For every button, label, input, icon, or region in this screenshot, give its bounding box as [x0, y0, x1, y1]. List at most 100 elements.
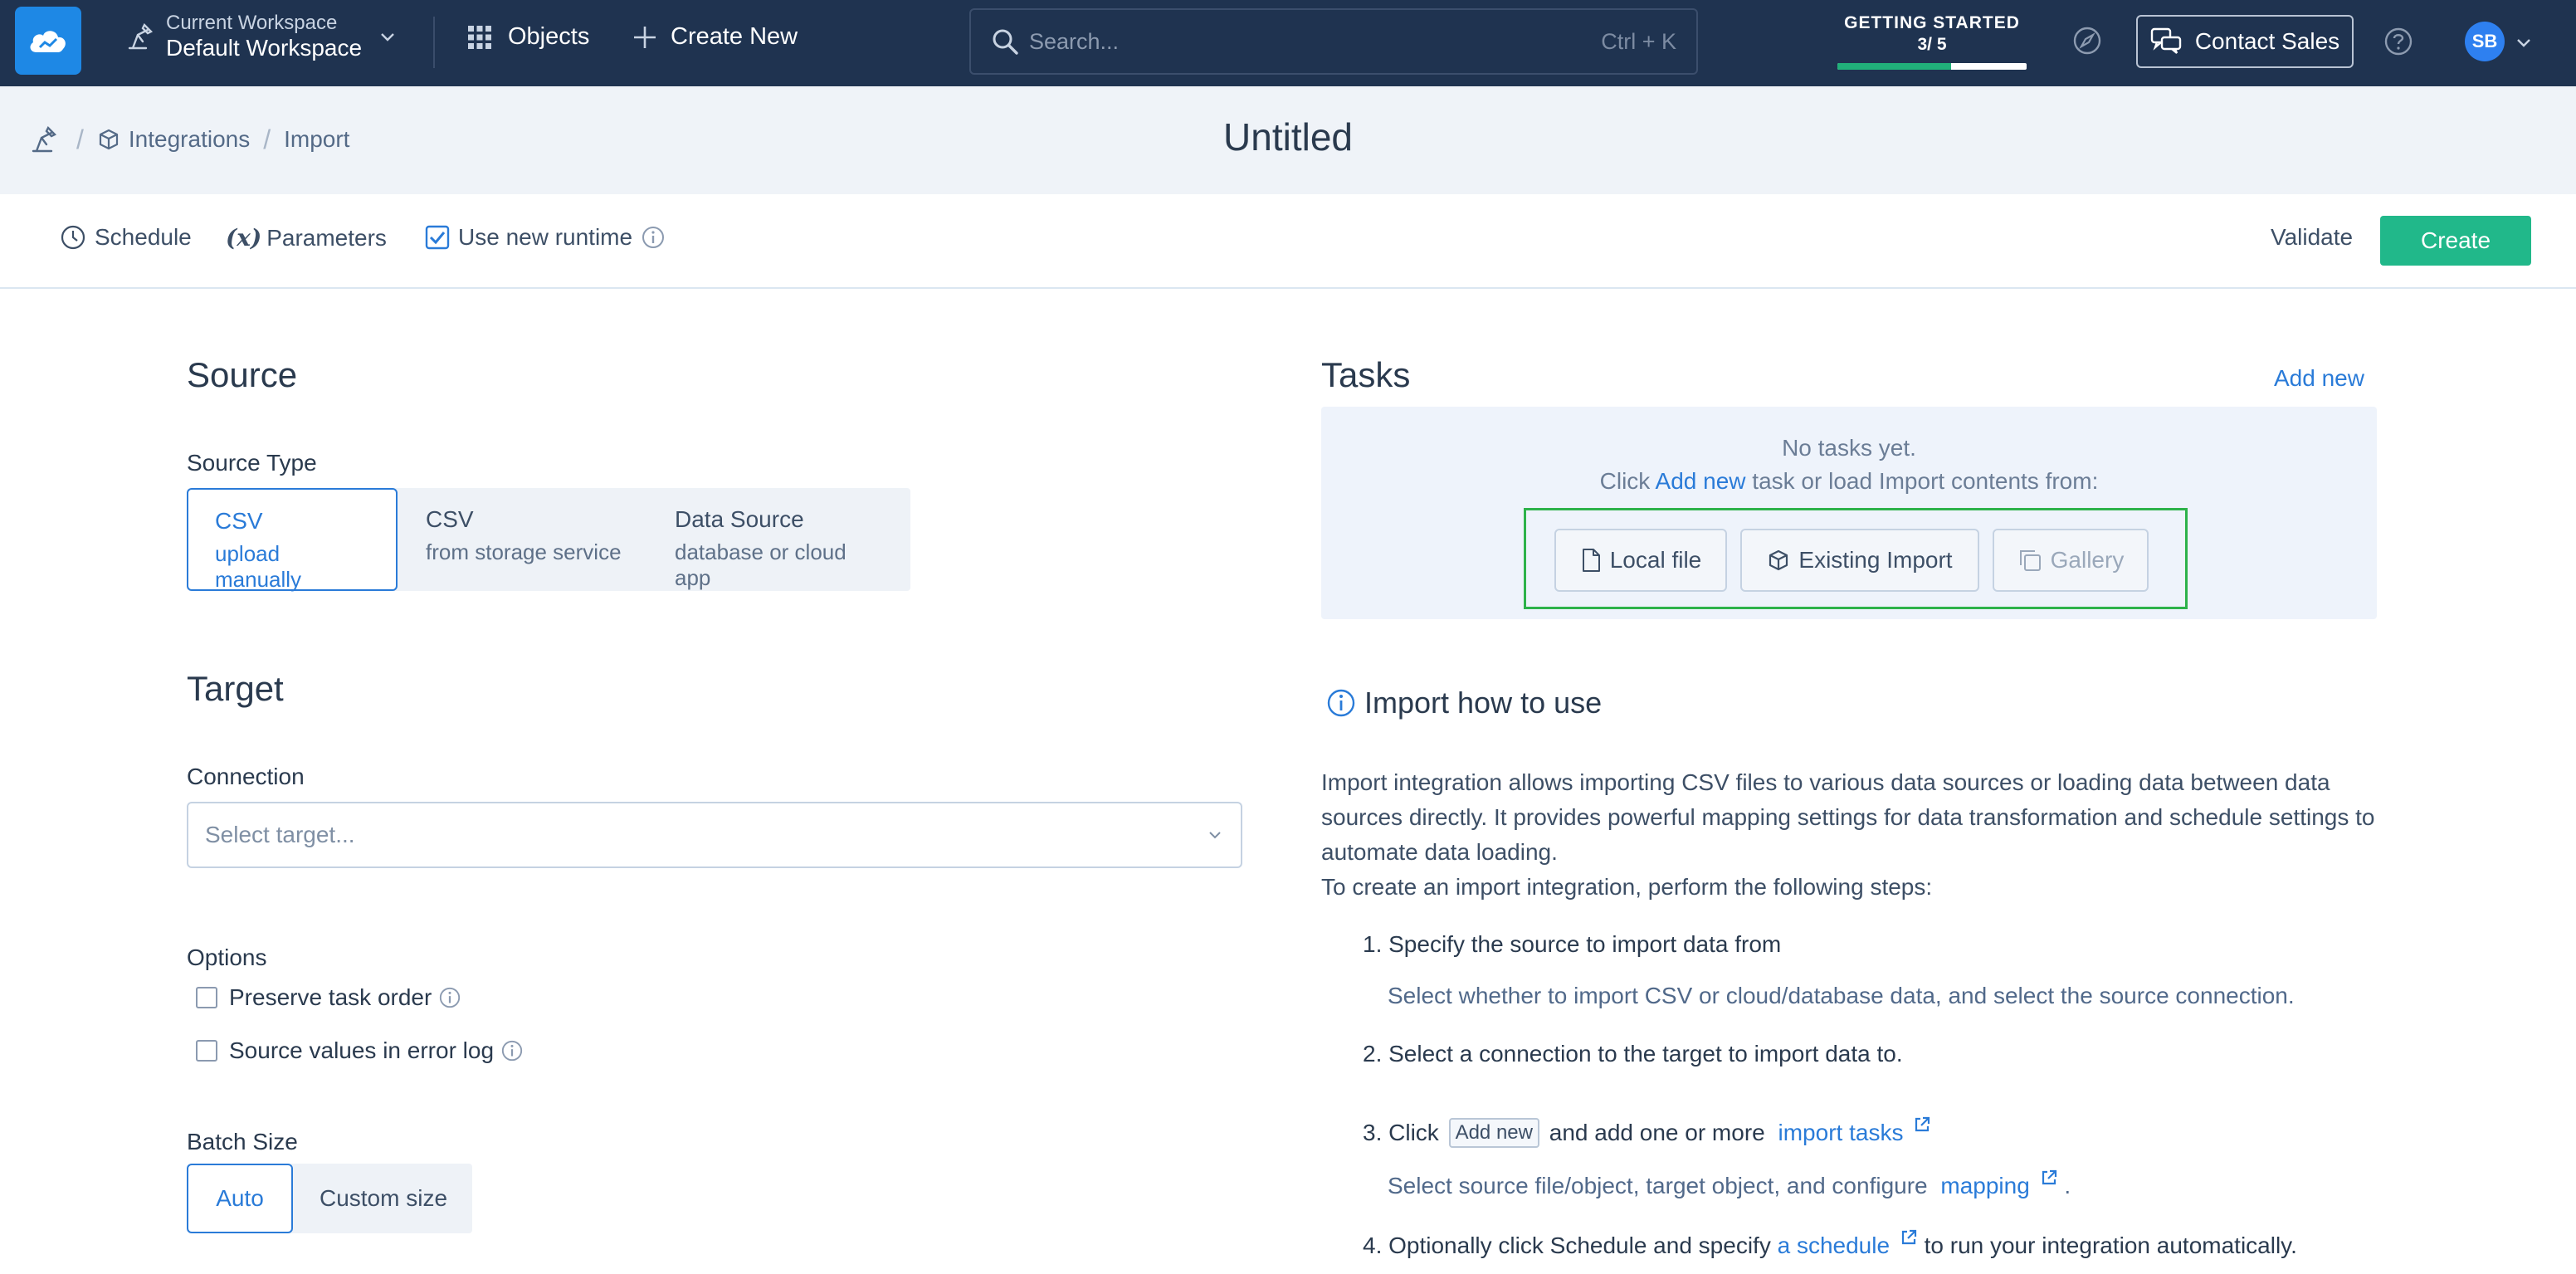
target-heading: Target	[187, 669, 284, 708]
help-icon[interactable]	[2383, 27, 2413, 56]
cloud-logo-icon	[30, 31, 66, 52]
clock-icon	[61, 225, 85, 250]
batch-size-selector: Auto Custom size	[187, 1164, 472, 1233]
source-values-in-error-log-checkbox[interactable]	[196, 1040, 217, 1062]
target-connection-placeholder: Select target...	[205, 822, 355, 847]
info-icon[interactable]	[641, 225, 666, 250]
search-input[interactable]	[1029, 28, 1602, 55]
user-avatar[interactable]: SB	[2465, 22, 2505, 61]
mapping-link[interactable]: mapping	[1940, 1173, 2029, 1198]
source-values-in-error-log-option[interactable]: Source values in error log	[196, 1037, 524, 1064]
source-option-title: Data Source	[675, 506, 804, 532]
options-heading: Options	[187, 945, 267, 970]
workspace-caption: Current Workspace	[166, 12, 338, 34]
gallery-label: Gallery	[2050, 547, 2125, 573]
source-type-selector: CSV upload manually CSV from storage ser…	[187, 488, 910, 592]
chevron-down-icon	[1209, 832, 1221, 839]
howto-heading: Import how to use	[1326, 686, 1602, 720]
info-icon	[1327, 689, 1355, 717]
external-link-icon[interactable]	[1913, 1115, 1931, 1134]
source-values-in-error-log-label: Source values in error log	[229, 1037, 495, 1063]
tasks-hint-suffix: task or load Import contents from:	[1752, 468, 2099, 494]
info-icon[interactable]	[500, 1039, 524, 1062]
source-option-csv-upload[interactable]: CSV upload manually	[187, 488, 398, 592]
chat-bubbles-icon	[2150, 27, 2182, 54]
source-option-subtitle: database or cloud app	[675, 539, 846, 590]
page-header: / Integrations / Import Untitled	[0, 86, 2576, 194]
tasks-heading: Tasks	[1321, 355, 1411, 394]
add-new-chip: Add new	[1448, 1118, 1539, 1148]
local-file-button[interactable]: Local file	[1554, 529, 1727, 592]
objects-label: Objects	[508, 23, 590, 50]
tasks-hint: Click Add new task or load Import conten…	[1321, 468, 2377, 495]
external-link-icon[interactable]	[1900, 1228, 1918, 1247]
parameters-button[interactable]: (x) Parameters	[226, 224, 387, 251]
plus-icon	[634, 26, 656, 48]
existing-import-button[interactable]: Existing Import	[1740, 529, 1979, 592]
getting-started-progress-bar	[1837, 63, 2027, 70]
howto-step-4: 4. Optionally click Schedule and specify…	[1363, 1228, 2297, 1259]
source-option-data-source[interactable]: Data Source database or cloud app	[648, 488, 910, 591]
info-icon[interactable]	[438, 986, 461, 1009]
add-new-task-link[interactable]: Add new	[2274, 365, 2364, 392]
connection-label: Connection	[187, 764, 305, 789]
howto-step-3: 3. Click Add new and add one or more imp…	[1363, 1115, 1931, 1148]
schedule-button[interactable]: Schedule	[60, 224, 192, 251]
contact-sales-label: Contact Sales	[2194, 28, 2340, 54]
howto-step-3-detail-suffix: .	[2064, 1173, 2071, 1198]
page-title[interactable]: Untitled	[0, 115, 2576, 159]
howto-step-4-prefix: 4. Optionally click Schedule and specify	[1363, 1233, 1771, 1258]
no-tasks-text: No tasks yet.	[1782, 435, 1916, 461]
workspace-name: Default Workspace	[166, 34, 363, 61]
source-option-subtitle: upload manually	[215, 541, 302, 592]
use-new-runtime-label: Use new runtime	[458, 224, 633, 250]
batch-size-heading: Batch Size	[187, 1129, 298, 1154]
workspace-switcher[interactable]: Current Workspace Default Workspace	[124, 12, 397, 61]
function-icon: (x)	[226, 224, 262, 251]
compass-icon[interactable]	[2071, 25, 2103, 56]
validate-button[interactable]: Validate	[2271, 224, 2353, 251]
create-button[interactable]: Create	[2380, 216, 2531, 266]
contact-sales-button[interactable]: Contact Sales	[2136, 15, 2354, 68]
search-icon	[993, 29, 1018, 55]
gallery-button[interactable]: Gallery	[1993, 529, 2149, 592]
chevron-down-icon[interactable]	[2515, 33, 2533, 51]
target-connection-select[interactable]: Select target...	[187, 802, 1242, 868]
tasks-empty-panel: No tasks yet. Click Add new task or load…	[1321, 407, 2377, 619]
howto-steps-intro: To create an import integration, perform…	[1321, 874, 1933, 900]
howto-step-2: 2. Select a connection to the target to …	[1363, 1041, 1903, 1067]
checkbox-checked-icon[interactable]	[425, 225, 450, 250]
preserve-task-order-option[interactable]: Preserve task order	[196, 984, 461, 1011]
tasks-hint-add-new-link[interactable]: Add new	[1656, 468, 1746, 494]
schedule-link[interactable]: a schedule	[1778, 1233, 1890, 1258]
source-heading: Source	[187, 355, 298, 394]
create-new-label: Create New	[671, 23, 798, 50]
use-new-runtime-toggle[interactable]: Use new runtime	[425, 224, 674, 251]
objects-menu[interactable]: Objects	[466, 23, 589, 51]
preserve-task-order-checkbox[interactable]	[196, 987, 217, 1008]
howto-step-3-detail-prefix: Select source file/object, target object…	[1388, 1173, 1928, 1198]
app-logo[interactable]	[15, 7, 81, 75]
load-source-highlight: Local file Existing Import Gallery	[1524, 508, 2188, 609]
import-tasks-link[interactable]: import tasks	[1778, 1120, 1904, 1145]
source-option-csv-storage[interactable]: CSV from storage service	[399, 488, 648, 591]
chevron-down-icon	[381, 33, 394, 41]
external-link-icon[interactable]	[2040, 1169, 2058, 1187]
existing-import-label: Existing Import	[1798, 547, 1953, 573]
create-new-menu[interactable]: Create New	[632, 23, 798, 51]
grid-icon	[468, 25, 491, 49]
howto-intro: Import integration allows importing CSV …	[1321, 769, 2375, 865]
getting-started-widget[interactable]: GETTING STARTED 3/ 5	[1837, 13, 2027, 70]
search-shortcut-hint: Ctrl + K	[1601, 28, 1676, 54]
getting-started-progress-fill	[1837, 63, 1951, 70]
workspace-icon	[128, 22, 154, 50]
source-option-title: CSV	[215, 508, 263, 534]
getting-started-count: 3/ 5	[1917, 35, 1947, 54]
source-option-title: CSV	[426, 506, 474, 532]
howto-title: Import how to use	[1364, 686, 1603, 720]
nav-divider	[433, 17, 435, 68]
global-search[interactable]: Ctrl + K	[969, 8, 1698, 75]
howto-step-4-suffix: to run your integration automatically.	[1924, 1233, 2297, 1258]
batch-size-auto[interactable]: Auto	[187, 1164, 293, 1233]
batch-size-custom[interactable]: Custom size	[295, 1164, 472, 1233]
